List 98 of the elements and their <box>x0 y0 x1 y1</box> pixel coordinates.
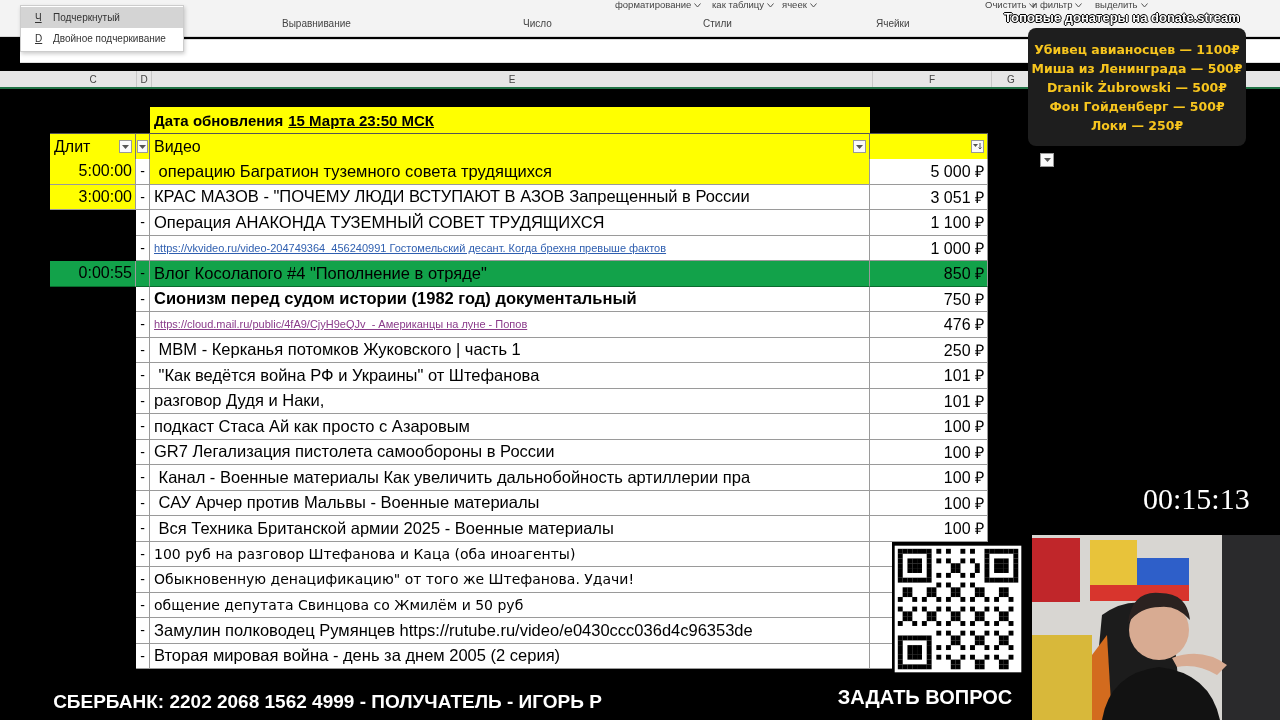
dash-cell: - <box>140 520 145 537</box>
amount-cell-text: 5 000 ₽ <box>930 162 984 183</box>
caret-icon <box>809 2 817 8</box>
duration-cell: 5:00:00 <box>78 162 132 181</box>
donor-entry: Локи — 250₽ <box>1090 117 1184 133</box>
column-header[interactable]: C <box>50 71 137 87</box>
column-header[interactable]: D <box>137 71 152 87</box>
video-title: подкаст Стаса Ай как просто с Азаровым <box>154 416 470 436</box>
amount-cell-text: 101 ₽ <box>943 391 984 412</box>
ribbon-group-label: Ячейки <box>876 18 910 29</box>
amount-cell-text: 476 ₽ <box>943 315 984 336</box>
amount-cell-text: 100 ₽ <box>943 493 984 514</box>
amount-cell-text: 850 ₽ <box>943 264 984 285</box>
amount-cell-text: 100 ₽ <box>943 417 984 438</box>
sort-filter-button[interactable] <box>971 140 984 153</box>
column-title: Видео <box>154 137 201 156</box>
dash-cell: - <box>140 214 145 231</box>
dash-cell: - <box>140 367 145 384</box>
dash-cell: - <box>140 443 145 460</box>
video-title: 100 руб на разговор Штефанова и Каца (оба иноагенты) <box>154 545 576 562</box>
timer: 00:15:13 <box>1143 482 1250 516</box>
dash-cell: - <box>140 341 145 358</box>
amount-cell-text: 1 000 ₽ <box>930 238 984 259</box>
duration-cell: 3:00:00 <box>78 187 132 206</box>
video-title: КРАС МАЗОВ - "ПОЧЕМУ ЛЮДИ ВСТУПАЮТ В АЗОВ Запрещенный в России <box>154 187 750 207</box>
amount-cell-text: 100 ₽ <box>943 519 984 540</box>
video-title: Обыкновенную денацификацию" от того же Штефанова. Удачи! <box>154 571 635 588</box>
video-title: Влог Косолапого #4 "Пополнение в отряде" <box>154 263 487 283</box>
video-title: GR7 Легализация пистолета самообороны в России <box>154 442 555 462</box>
dash-cell: - <box>140 163 145 180</box>
dash-cell: - <box>140 571 145 588</box>
filter-button[interactable] <box>1040 153 1054 167</box>
column-header[interactable]: E <box>152 71 873 87</box>
update-date: 15 Марта 23:50 МСК <box>288 111 434 129</box>
dash-cell: - <box>140 647 145 664</box>
caret-icon <box>139 144 146 149</box>
video-title: "Как ведётся война РФ и Украины" от Штефанова <box>157 365 540 385</box>
video-title: Сионизм перед судом истории (1982 год) документальный <box>154 289 637 309</box>
video-title: Операция АНАКОНДА ТУЗЕМНЫЙ СОВЕТ ТРУДЯЩИХСЯ <box>154 212 605 232</box>
filter-button[interactable] <box>119 140 132 153</box>
donor-entry: Убивец авианосцев — 1100₽ <box>1034 41 1240 57</box>
menu-item[interactable]: D Двойное подчеркивание <box>21 28 183 49</box>
video-title: разговор Дудя и Наки, <box>154 391 325 411</box>
filter-button[interactable] <box>853 140 866 153</box>
ribbon-group-label: Выравнивание <box>282 18 351 29</box>
update-label: Дата обновления <box>154 111 284 129</box>
ribbon-command[interactable]: форматирование <box>615 0 692 10</box>
video-title: Канал - Военные материалы Как увеличить дальнобойность артиллерии пра <box>157 467 751 487</box>
ribbon-command[interactable]: как таблицу <box>712 0 765 10</box>
amount-cell-text: 100 ₽ <box>943 442 984 463</box>
caret-icon <box>856 144 863 149</box>
caret-icon <box>1075 2 1083 8</box>
video-title: МВМ - Керканья потомков Жуковского | часть 1 <box>157 340 521 360</box>
ribbon-group-label: Число <box>523 18 552 29</box>
sort-icon <box>973 143 982 150</box>
dash-cell: - <box>140 622 145 639</box>
dash-cell: - <box>140 188 145 205</box>
duration-cell: 0:00:55 <box>78 264 132 283</box>
amount-cell-text: 750 ₽ <box>943 289 984 310</box>
donors-title: Топовые донатеры на donate.stream <box>1004 11 1240 25</box>
video-title: общение депутата Свинцова со Жмилём и 50 руб <box>154 596 524 613</box>
donor-entry: Миша из Ленинграда — 500₽ <box>1031 60 1243 76</box>
video-title: операцию Багратион туземного совета трудящихся <box>157 161 552 181</box>
ribbon-command[interactable]: Очистить <box>985 0 1027 10</box>
amount-cell-text: 3 051 ₽ <box>930 187 984 208</box>
donor-entry: Dranik Żubrowski — 500₽ <box>1046 79 1228 95</box>
dash-cell: - <box>140 265 145 282</box>
ribbon-command[interactable]: ячеек <box>782 0 807 10</box>
amount-cell-text: 101 ₽ <box>943 366 984 387</box>
column-header[interactable]: F <box>873 71 992 87</box>
amount-cell-text: 1 100 ₽ <box>930 213 984 234</box>
dash-cell: - <box>140 418 145 435</box>
column-title: Длит <box>54 137 91 156</box>
dash-cell: - <box>140 239 145 256</box>
caret-icon <box>1140 2 1148 8</box>
menu-item[interactable]: Ч Подчеркнутый <box>21 7 183 28</box>
video-title: САУ Арчер против Мальвы - Военные материалы <box>157 493 540 513</box>
caret-icon <box>767 2 775 8</box>
amount-cell-text: 100 ₽ <box>943 468 984 489</box>
ribbon-command[interactable]: выделить <box>1095 0 1138 10</box>
ribbon-group-label: Стили <box>703 18 732 29</box>
video-title: Замулин полководец Румянцев https://rutube.ru/video/e0430ccc036d4c96353de <box>154 620 753 640</box>
caret-icon <box>122 144 129 149</box>
caret-icon <box>694 2 702 8</box>
dash-cell: - <box>140 316 145 333</box>
dash-cell: - <box>140 469 145 486</box>
dash-cell: - <box>140 596 145 613</box>
caret-icon <box>1043 158 1051 162</box>
ribbon-command[interactable]: и фильтр <box>1032 0 1073 10</box>
dash-cell: - <box>140 392 145 409</box>
amount-cell-text: 250 ₽ <box>943 340 984 361</box>
dash-cell: - <box>140 290 145 307</box>
dash-cell: - <box>140 494 145 511</box>
donor-entry: Фон Гойденберг — 500₽ <box>1049 98 1225 114</box>
video-title: Вторая мировая война - день за днем 2005 (2 серия) <box>154 646 561 666</box>
filter-button[interactable] <box>137 140 148 153</box>
dash-cell: - <box>140 545 145 562</box>
video-title: Вся Техника Британской армии 2025 - Военные материалы <box>157 518 614 538</box>
